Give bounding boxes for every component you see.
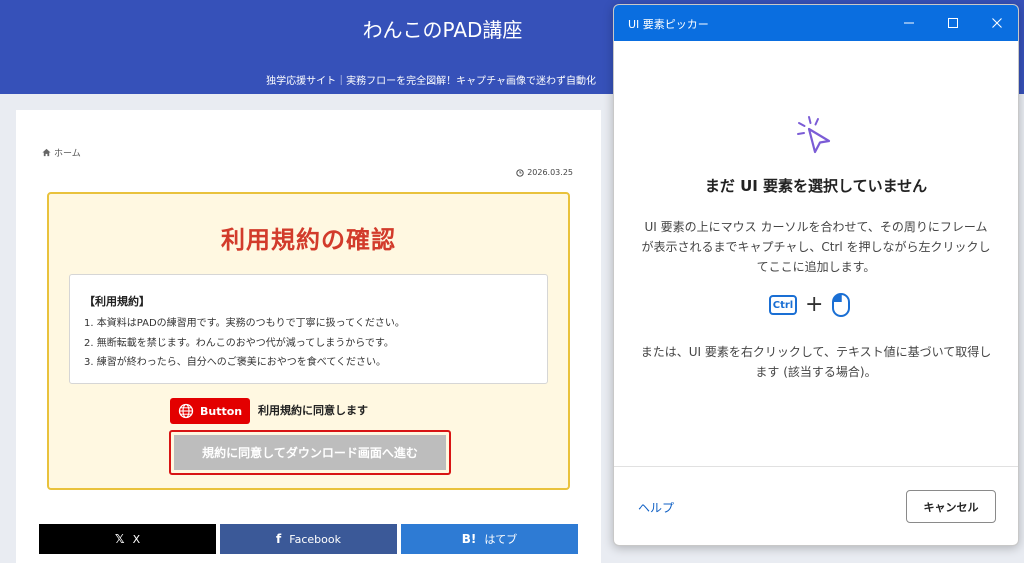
maximize-icon — [948, 18, 958, 28]
breadcrumb[interactable]: ホーム — [42, 146, 81, 159]
close-button[interactable] — [975, 5, 1018, 41]
ui-element-button-tag: Button — [170, 398, 250, 424]
highlight-frame: 規約に同意してダウンロード画面へ進む — [169, 430, 451, 475]
maximize-button[interactable] — [931, 5, 975, 41]
key-combo: Ctrl + — [769, 292, 851, 318]
clock-icon — [516, 168, 524, 177]
picker-title: UI 要素ピッカー — [628, 18, 709, 31]
mouse-left-click-icon — [832, 293, 851, 317]
terms-line: 3. 練習が終わったら、自分へのご褒美におやつを食べてください。 — [84, 357, 387, 368]
button-tag-label: Button — [200, 404, 243, 418]
download-button[interactable]: 規約に同意してダウンロード画面へ進む — [174, 435, 446, 470]
terms-line: 1. 本資料はPADの練習用です。実務のつもりで丁寧に扱ってください。 — [84, 318, 405, 329]
terms-content: 【利用規約】 1. 本資料はPADの練習用です。実務のつもりで丁寧に扱ってくださ… — [69, 274, 548, 384]
terms-line: 2. 無断転載を禁じます。わんこのおやつ代が減ってしまうからです。 — [84, 337, 394, 349]
ctrl-key-icon: Ctrl — [769, 295, 797, 315]
share-x-label: X — [132, 532, 141, 546]
pointer-click-icon — [797, 116, 831, 154]
ui-element-picker-dialog: UI 要素ピッカー まだ UI 要素を選択していません UI 要素の上にマウス … — [613, 4, 1019, 546]
picker-description: UI 要素の上にマウス カーソルを合わせて、その周りにフレームが表示されるまでキ… — [641, 220, 991, 274]
minimize-icon — [904, 22, 914, 24]
terms-title: 利用規約の確認 — [221, 226, 396, 254]
globe-icon — [178, 403, 194, 419]
picker-heading: まだ UI 要素を選択していません — [704, 177, 928, 195]
share-buttons: 𝕏 X f Facebook B! はてブ — [39, 524, 578, 554]
minimize-button[interactable] — [887, 5, 931, 41]
article-card: ホーム 2026.03.25 利用規約の確認 【利用規約】 1. 本資料はPAD… — [16, 110, 601, 563]
home-icon — [42, 148, 51, 157]
plus-sign: + — [805, 292, 824, 317]
share-hatena-label: はてブ — [484, 533, 518, 546]
facebook-icon: f — [276, 532, 282, 546]
share-hatena-button[interactable]: B! はてブ — [401, 524, 578, 554]
picker-alternative: または、UI 要素を右クリックして、テキスト値に基づいて取得します (該当する場… — [640, 345, 992, 379]
share-facebook-label: Facebook — [289, 532, 341, 546]
post-date-text: 2026.03.25 — [527, 168, 573, 177]
terms-heading: 【利用規約】 — [84, 295, 150, 308]
share-facebook-button[interactable]: f Facebook — [220, 524, 397, 554]
agree-label[interactable]: 利用規約に同意します — [258, 402, 368, 418]
terms-box: 利用規約の確認 【利用規約】 1. 本資料はPADの練習用です。実務のつもりで丁… — [47, 192, 570, 490]
help-link[interactable]: ヘルプ — [638, 499, 674, 516]
x-icon: 𝕏 — [114, 532, 125, 546]
picker-titlebar[interactable]: UI 要素ピッカー — [614, 5, 1018, 41]
breadcrumb-home[interactable]: ホーム — [54, 146, 81, 159]
cancel-button[interactable]: キャンセル — [906, 490, 996, 523]
close-icon — [992, 18, 1002, 28]
share-x-button[interactable]: 𝕏 X — [39, 524, 216, 554]
post-date: 2026.03.25 — [516, 168, 573, 177]
hatena-icon: B! — [461, 532, 477, 546]
picker-divider — [614, 466, 1018, 467]
site-tagline: 独学応援サイト｜実務フローを完全図解！キャプチャ画像で迷わず自動化 — [266, 76, 596, 87]
